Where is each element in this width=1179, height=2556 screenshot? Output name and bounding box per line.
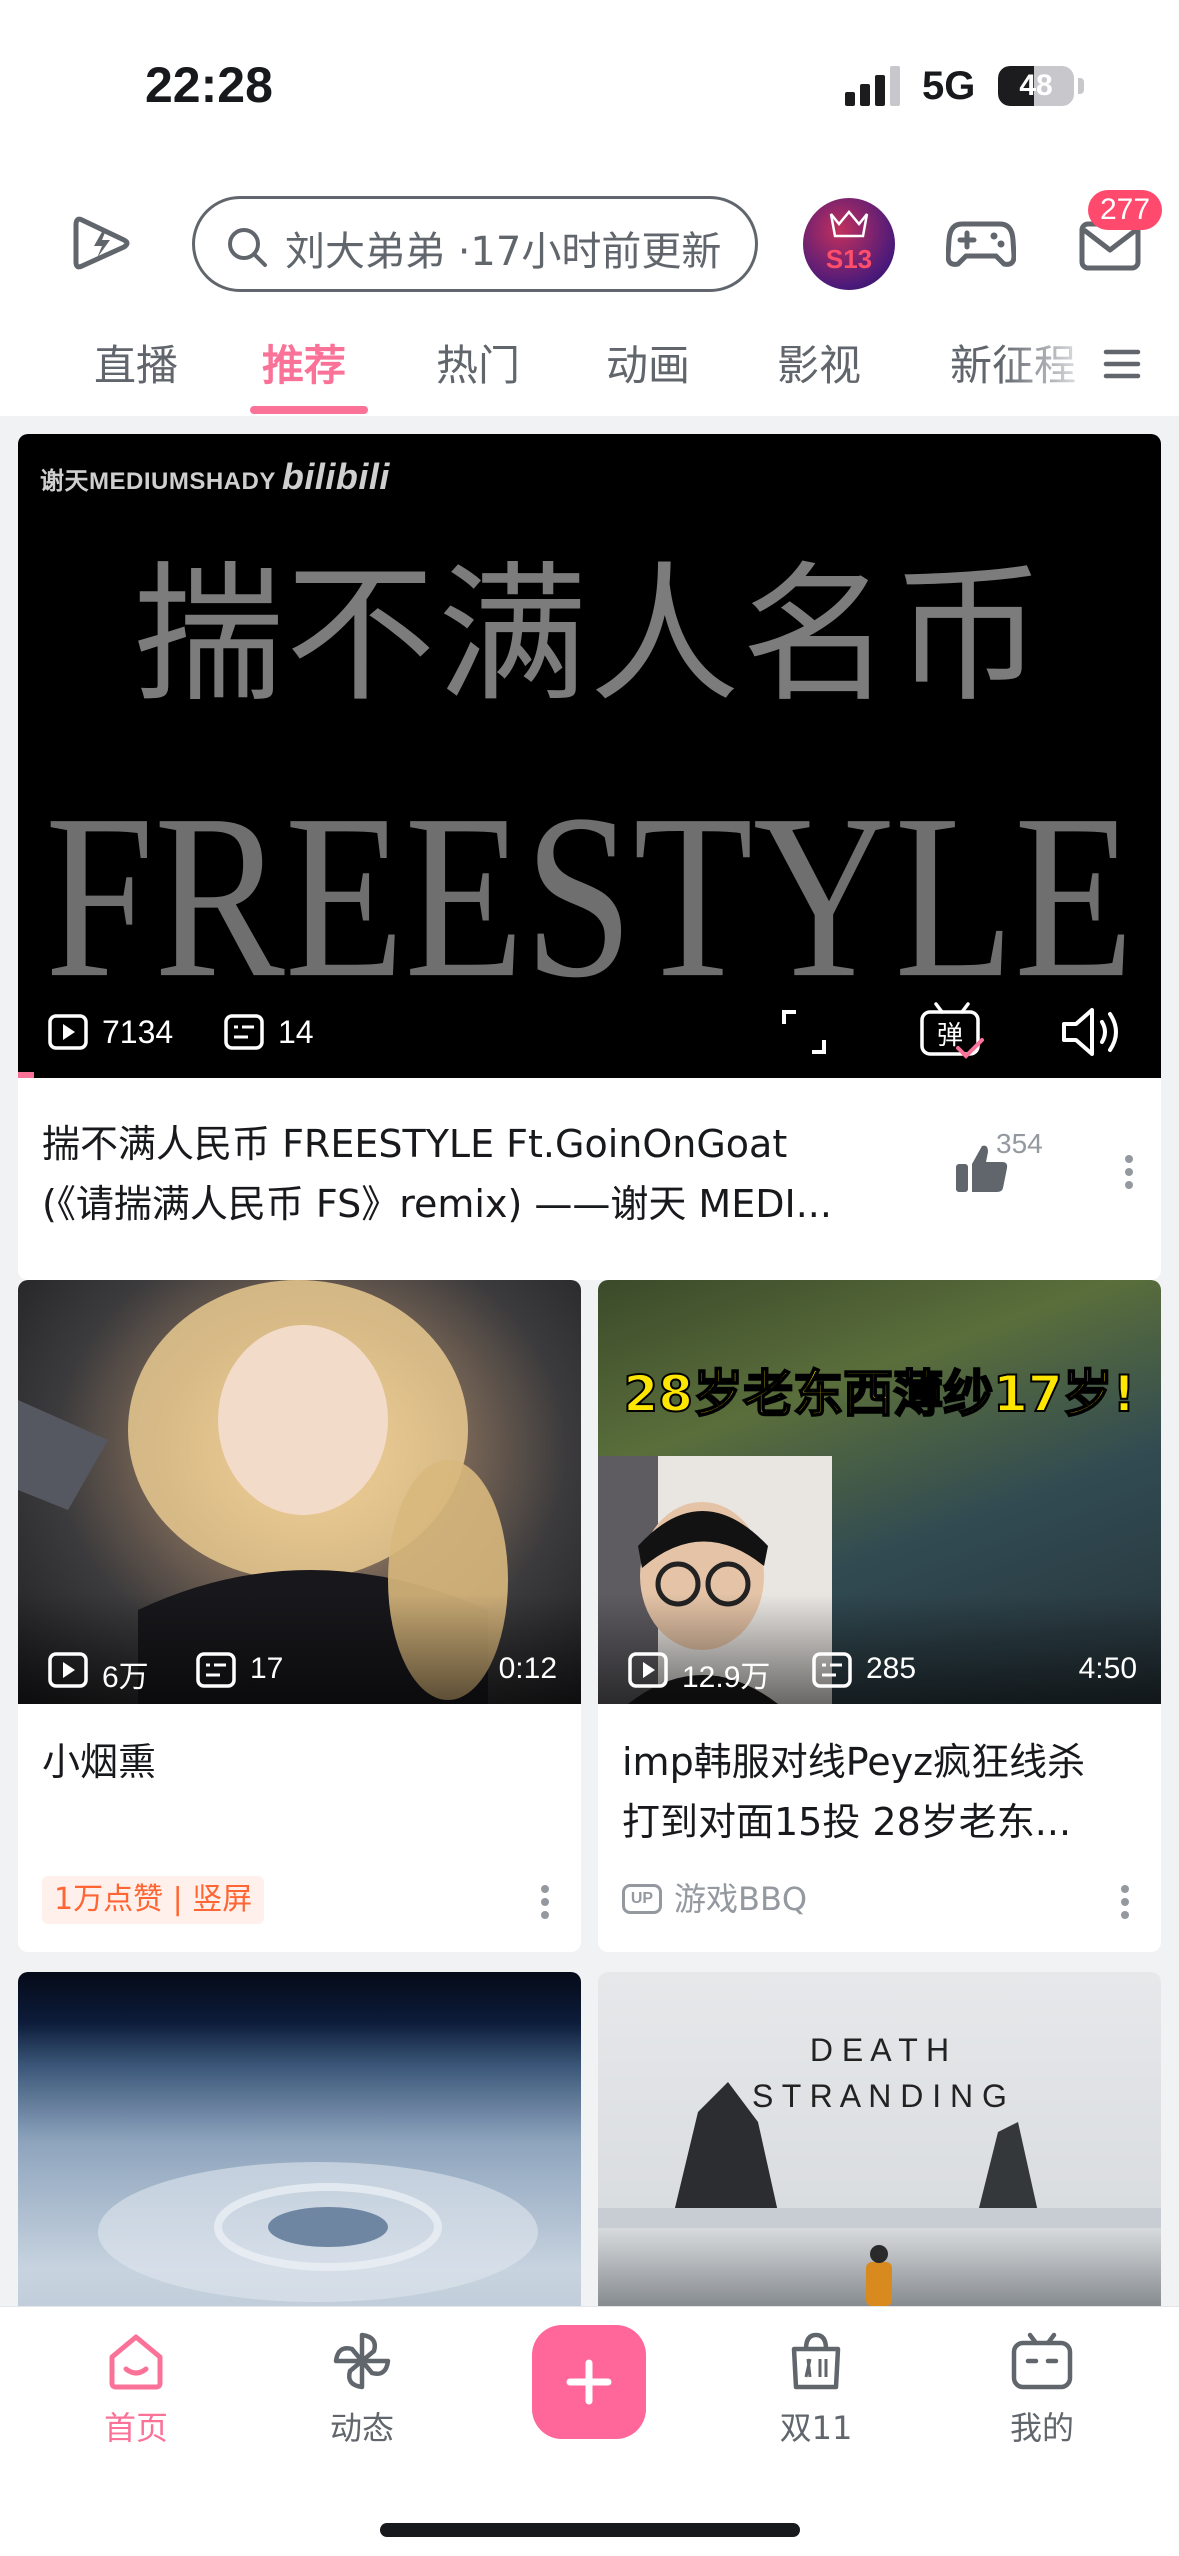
card-title[interactable]: imp韩服对线Peyz疯狂线杀 打到对面15投 28岁老东... bbox=[622, 1732, 1142, 1852]
danmaku-count-icon bbox=[812, 1652, 852, 1688]
video-cover[interactable]: 6万 17 0:12 bbox=[18, 1280, 581, 1704]
featured-play-count: 7134 bbox=[102, 1014, 174, 1050]
video-feed: 谢天MEDIUMSHADY bilibili 揣不满人名币 FREESTYLE 7… bbox=[0, 416, 1179, 2306]
status-time: 22:28 bbox=[145, 57, 273, 113]
featured-danmaku-count: 14 bbox=[278, 1014, 314, 1050]
active-tab-indicator bbox=[250, 406, 368, 414]
mail-count-badge: 277 bbox=[1088, 190, 1162, 230]
tab-film[interactable]: 影视 bbox=[777, 332, 861, 393]
battery-percent: 48 bbox=[1019, 69, 1053, 102]
uploader-name[interactable]: 游戏BBQ bbox=[674, 1876, 807, 1922]
video-cover[interactable]: 28岁老东西薄纱17岁! 12.9万 285 4:50 bbox=[598, 1280, 1161, 1704]
card-title-line1: imp韩服对线Peyz疯狂线杀 bbox=[622, 1740, 1086, 1784]
featured-video-title[interactable]: 揣不满人民币 FREESTYLE Ft.GoinOnGoat (《请揣满人民币 … bbox=[42, 1114, 922, 1234]
more-options-icon[interactable] bbox=[540, 1884, 550, 1920]
play-count-icon bbox=[628, 1652, 668, 1688]
featured-title-line2: (《请揣满人民币 FS》remix) ——谢天 MEDI... bbox=[42, 1182, 832, 1226]
tab-anime[interactable]: 动画 bbox=[606, 332, 690, 393]
channel-tabs: 直播 推荐 热门 动画 影视 新征程 bbox=[0, 320, 1179, 416]
search-input[interactable]: 刘大弟弟 ·17小时前更新 bbox=[192, 196, 758, 292]
card-title-line1: 小烟熏 bbox=[42, 1740, 157, 1784]
featured-title-line1: 揣不满人民币 FREESTYLE Ft.GoinOnGoat bbox=[42, 1122, 788, 1166]
s13-label: S13 bbox=[825, 244, 873, 274]
video-card[interactable]: 28岁老东西薄纱17岁! 12.9万 285 4:50 imp韩服对线Peyz疯… bbox=[598, 1280, 1161, 1952]
video-card[interactable] bbox=[18, 1972, 581, 2306]
more-options-icon[interactable] bbox=[1124, 1154, 1134, 1190]
pinwheel-icon bbox=[333, 2332, 391, 2390]
nav-mine-label: 我的 bbox=[1009, 2409, 1074, 2447]
bilibili-logo-icon[interactable] bbox=[68, 210, 134, 276]
uploader-badge: UP bbox=[622, 1884, 662, 1914]
video-overlay-title-cn: 揣不满人名币 bbox=[133, 549, 1046, 723]
danmaku-count-icon bbox=[196, 1652, 236, 1688]
tab-recommend[interactable]: 推荐 bbox=[262, 332, 346, 393]
nav-double11[interactable]: 双11 bbox=[746, 2329, 886, 2449]
cellular-signal-icon bbox=[845, 66, 900, 106]
nav-home-label: 首页 bbox=[103, 2409, 168, 2447]
video-overlay-title-en: FREESTYLE bbox=[45, 766, 1134, 1027]
search-placeholder: 刘大弟弟 ·17小时前更新 bbox=[285, 229, 722, 275]
play-count-icon bbox=[48, 1652, 88, 1688]
fullscreen-icon[interactable] bbox=[780, 1008, 828, 1056]
sea-stacks-artwork bbox=[598, 2082, 1161, 2306]
video-cover[interactable] bbox=[18, 1972, 581, 2306]
nav-dynamic[interactable]: 动态 bbox=[292, 2329, 432, 2449]
video-cover[interactable]: D E A T H S T R A N D I N G bbox=[598, 1972, 1161, 2306]
featured-like-count: 354 bbox=[996, 1128, 1043, 1159]
search-icon bbox=[228, 228, 267, 267]
top-header: 刘大弟弟 ·17小时前更新 S13 277 bbox=[0, 190, 1179, 300]
upload-plus-button[interactable] bbox=[532, 2325, 646, 2439]
volume-icon[interactable] bbox=[1060, 1004, 1128, 1060]
danmaku-toggle-icon[interactable]: 弹 bbox=[918, 1000, 986, 1062]
play-count-icon bbox=[48, 1014, 88, 1050]
nav-double11-label: 双11 bbox=[779, 2409, 853, 2447]
nav-mine[interactable]: 我的 bbox=[972, 2329, 1112, 2449]
cover-caption: 28岁老东西薄纱17岁! bbox=[623, 1364, 1137, 1424]
card-tag-badge: 1万点赞 | 竖屏 bbox=[42, 1876, 265, 1924]
video-watermark: 谢天MEDIUMSHADY bilibili bbox=[40, 456, 390, 498]
plus-icon bbox=[566, 2359, 612, 2405]
watermark-author: 谢天MEDIUMSHADY bbox=[40, 468, 276, 495]
nav-home[interactable]: 首页 bbox=[66, 2329, 206, 2449]
earth-hurricane-artwork bbox=[98, 2162, 538, 2302]
tab-live[interactable]: 直播 bbox=[94, 332, 178, 393]
home-icon bbox=[109, 2334, 163, 2390]
card-title[interactable]: 小烟熏 bbox=[42, 1732, 562, 1792]
menu-icon[interactable] bbox=[1102, 344, 1142, 384]
watermark-logo: bilibili bbox=[281, 456, 390, 497]
battery-tip bbox=[1078, 78, 1084, 94]
network-type: 5G bbox=[922, 64, 976, 108]
tab-fade bbox=[1000, 320, 1100, 416]
featured-video-player[interactable]: 谢天MEDIUMSHADY bilibili 揣不满人名币 FREESTYLE 7… bbox=[18, 434, 1161, 1078]
card-duration: 4:50 bbox=[1078, 1652, 1137, 1685]
status-bar: 22:28 5G 48 bbox=[0, 0, 1179, 160]
s13-event-icon[interactable]: S13 bbox=[803, 198, 895, 290]
danmaku-count-icon bbox=[224, 1014, 264, 1050]
shopping-bag-icon bbox=[791, 2332, 841, 2390]
battery-icon: 48 bbox=[998, 66, 1074, 106]
gamepad-icon[interactable] bbox=[946, 210, 1016, 276]
home-indicator bbox=[380, 2523, 800, 2537]
tab-hot[interactable]: 热门 bbox=[436, 332, 520, 393]
card-danmaku-count: 285 bbox=[866, 1652, 917, 1685]
card-title-line2: 打到对面15投 28岁老东... bbox=[622, 1800, 1072, 1844]
bottom-nav: 首页 动态 双11 我的 bbox=[0, 2306, 1179, 2556]
video-card[interactable]: 6万 17 0:12 小烟熏 1万点赞 | 竖屏 bbox=[18, 1280, 581, 1952]
more-options-icon[interactable] bbox=[1120, 1884, 1130, 1920]
featured-video-card[interactable]: 谢天MEDIUMSHADY bilibili 揣不满人名币 FREESTYLE 7… bbox=[18, 434, 1161, 1280]
card-play-count: 6万 bbox=[102, 1661, 149, 1694]
card-play-count: 12.9万 bbox=[682, 1661, 771, 1694]
worlds-crest-icon bbox=[829, 210, 869, 238]
card-danmaku-count: 17 bbox=[250, 1652, 284, 1685]
nav-dynamic-label: 动态 bbox=[329, 2409, 394, 2447]
playback-progress bbox=[18, 1072, 34, 1078]
card-duration: 0:12 bbox=[498, 1652, 557, 1685]
video-card[interactable]: D E A T H S T R A N D I N G bbox=[598, 1972, 1161, 2306]
tv-icon bbox=[1011, 2332, 1073, 2390]
